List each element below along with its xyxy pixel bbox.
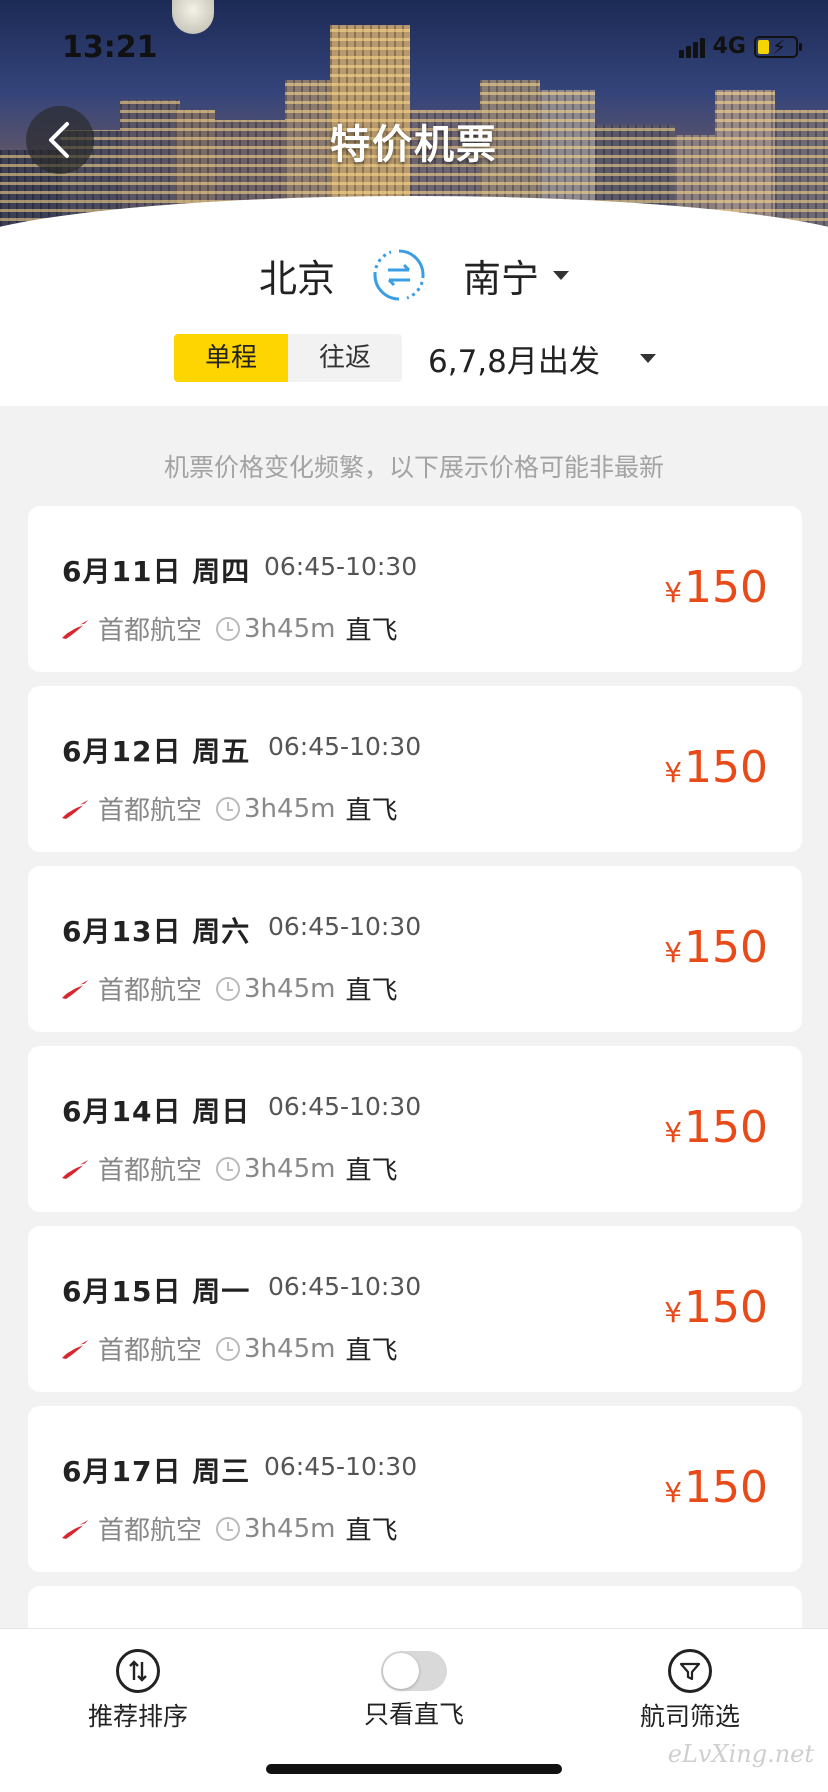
airline-logo-icon (62, 1339, 88, 1359)
flight-card[interactable]: 6月17日 周三 06:45-10:30 首都航空 3h45m 直飞 ¥150 (28, 1406, 802, 1572)
departure-month-select[interactable]: 6,7,8月出发 (428, 336, 600, 381)
flight-time: 06:45-10:30 (268, 1092, 422, 1121)
airline-logo-icon (62, 799, 88, 819)
flight-card[interactable]: 6月12日 周五 06:45-10:30 首都航空 3h45m 直飞 ¥150 (28, 686, 802, 852)
direct-only-label: 只看直飞 (364, 1700, 465, 1729)
route-selector: 北京 南宁 (0, 240, 828, 310)
flight-time: 06:45-10:30 (268, 1272, 422, 1301)
search-panel: 北京 南宁 单程 往返 6,7,8月出发 (0, 230, 828, 406)
caret-down-icon[interactable] (639, 353, 656, 363)
flight-price: ¥150 (664, 922, 768, 973)
flight-time: 06:45-10:30 (264, 1452, 418, 1481)
sort-icon (116, 1649, 160, 1693)
price-notice: 机票价格变化频繁，以下展示价格可能非最新 (163, 453, 664, 482)
flight-time: 06:45-10:30 (268, 912, 422, 941)
flight-duration: 3h45m (244, 613, 336, 644)
flight-card[interactable]: 6月11日 周四 06:45-10:30 首都航空 3h45m 直飞 ¥150 (28, 506, 802, 672)
swap-icon[interactable] (371, 247, 427, 303)
direct-only-switch[interactable] (381, 1651, 447, 1691)
clock-icon (216, 1156, 241, 1181)
battery-icon: ⚡ (754, 35, 802, 59)
airline-logo-icon (62, 1159, 88, 1179)
flight-card[interactable]: 6月13日 周六 06:45-10:30 首都航空 3h45m 直飞 ¥150 (28, 866, 802, 1032)
flight-type: 直飞 (345, 976, 398, 1006)
signal-icon (678, 36, 705, 58)
airline-logo-icon (62, 979, 88, 999)
destination-city[interactable]: 南宁 (463, 248, 539, 303)
caret-down-icon[interactable] (553, 270, 570, 280)
flight-duration: 3h45m (244, 1333, 336, 1364)
status-indicators: 4G ⚡ (678, 34, 802, 59)
flight-date: 6月11日 周四 (62, 555, 251, 588)
airline-name: 首都航空 (98, 616, 203, 646)
airline-name: 首都航空 (98, 1156, 203, 1186)
airline-filter-label: 航司筛选 (640, 1702, 741, 1731)
flight-time: 06:45-10:30 (268, 732, 422, 761)
network-type: 4G (712, 34, 746, 59)
flight-type: 直飞 (345, 1336, 398, 1366)
flight-duration: 3h45m (244, 1513, 336, 1544)
moon-decoration (172, 0, 214, 34)
airline-name: 首都航空 (98, 1336, 203, 1366)
round-trip-tab[interactable]: 往返 (288, 334, 402, 382)
flight-type: 直飞 (345, 796, 398, 826)
flight-type: 直飞 (345, 616, 398, 646)
clock-icon (216, 1516, 241, 1541)
status-time: 13:21 (62, 30, 158, 65)
clock-icon (216, 796, 241, 821)
clock-icon (216, 976, 241, 1001)
home-indicator[interactable] (266, 1764, 562, 1774)
flight-type: 直飞 (345, 1156, 398, 1186)
filter-icon (668, 1649, 712, 1693)
flight-list: 6月11日 周四 06:45-10:30 首都航空 3h45m 直飞 ¥150 … (28, 506, 802, 1660)
flight-date: 6月12日 周五 (62, 735, 251, 768)
airline-name: 首都航空 (98, 1516, 203, 1546)
flight-price: ¥150 (664, 1282, 768, 1333)
flight-date: 6月15日 周一 (62, 1275, 251, 1308)
airline-logo-icon (62, 1519, 88, 1539)
flight-date: 6月13日 周六 (62, 915, 251, 948)
flight-duration: 3h45m (244, 1153, 336, 1184)
direct-only-toggle[interactable]: 只看直飞 (364, 1649, 464, 1731)
clock-icon (216, 1336, 241, 1361)
flight-duration: 3h45m (244, 973, 336, 1004)
flight-card[interactable]: 6月15日 周一 06:45-10:30 首都航空 3h45m 直飞 ¥150 (28, 1226, 802, 1392)
watermark: eLvXing.net (667, 1740, 814, 1768)
flight-price: ¥150 (664, 742, 768, 793)
sort-button[interactable]: 推荐排序 (88, 1649, 188, 1733)
airline-filter-button[interactable]: 航司筛选 (640, 1649, 740, 1733)
page-title: 特价机票 (330, 122, 498, 168)
flight-time: 06:45-10:30 (264, 552, 418, 581)
sort-label: 推荐排序 (88, 1702, 189, 1731)
flight-price: ¥150 (664, 562, 768, 613)
airline-name: 首都航空 (98, 976, 203, 1006)
flight-duration: 3h45m (244, 793, 336, 824)
flight-price: ¥150 (664, 1102, 768, 1153)
origin-city[interactable]: 北京 (259, 248, 335, 303)
flight-date: 6月14日 周日 (62, 1095, 251, 1128)
trip-type-toggle: 单程 往返 (174, 334, 402, 382)
flight-type: 直飞 (345, 1516, 398, 1546)
airline-logo-icon (62, 619, 88, 639)
flight-card[interactable]: 6月14日 周日 06:45-10:30 首都航空 3h45m 直飞 ¥150 (28, 1046, 802, 1212)
trip-options: 单程 往返 6,7,8月出发 (174, 334, 656, 382)
one-way-tab[interactable]: 单程 (174, 334, 288, 382)
clock-icon (216, 616, 241, 641)
airline-name: 首都航空 (98, 796, 203, 826)
flight-date: 6月17日 周三 (62, 1455, 251, 1488)
flight-price: ¥150 (664, 1462, 768, 1513)
